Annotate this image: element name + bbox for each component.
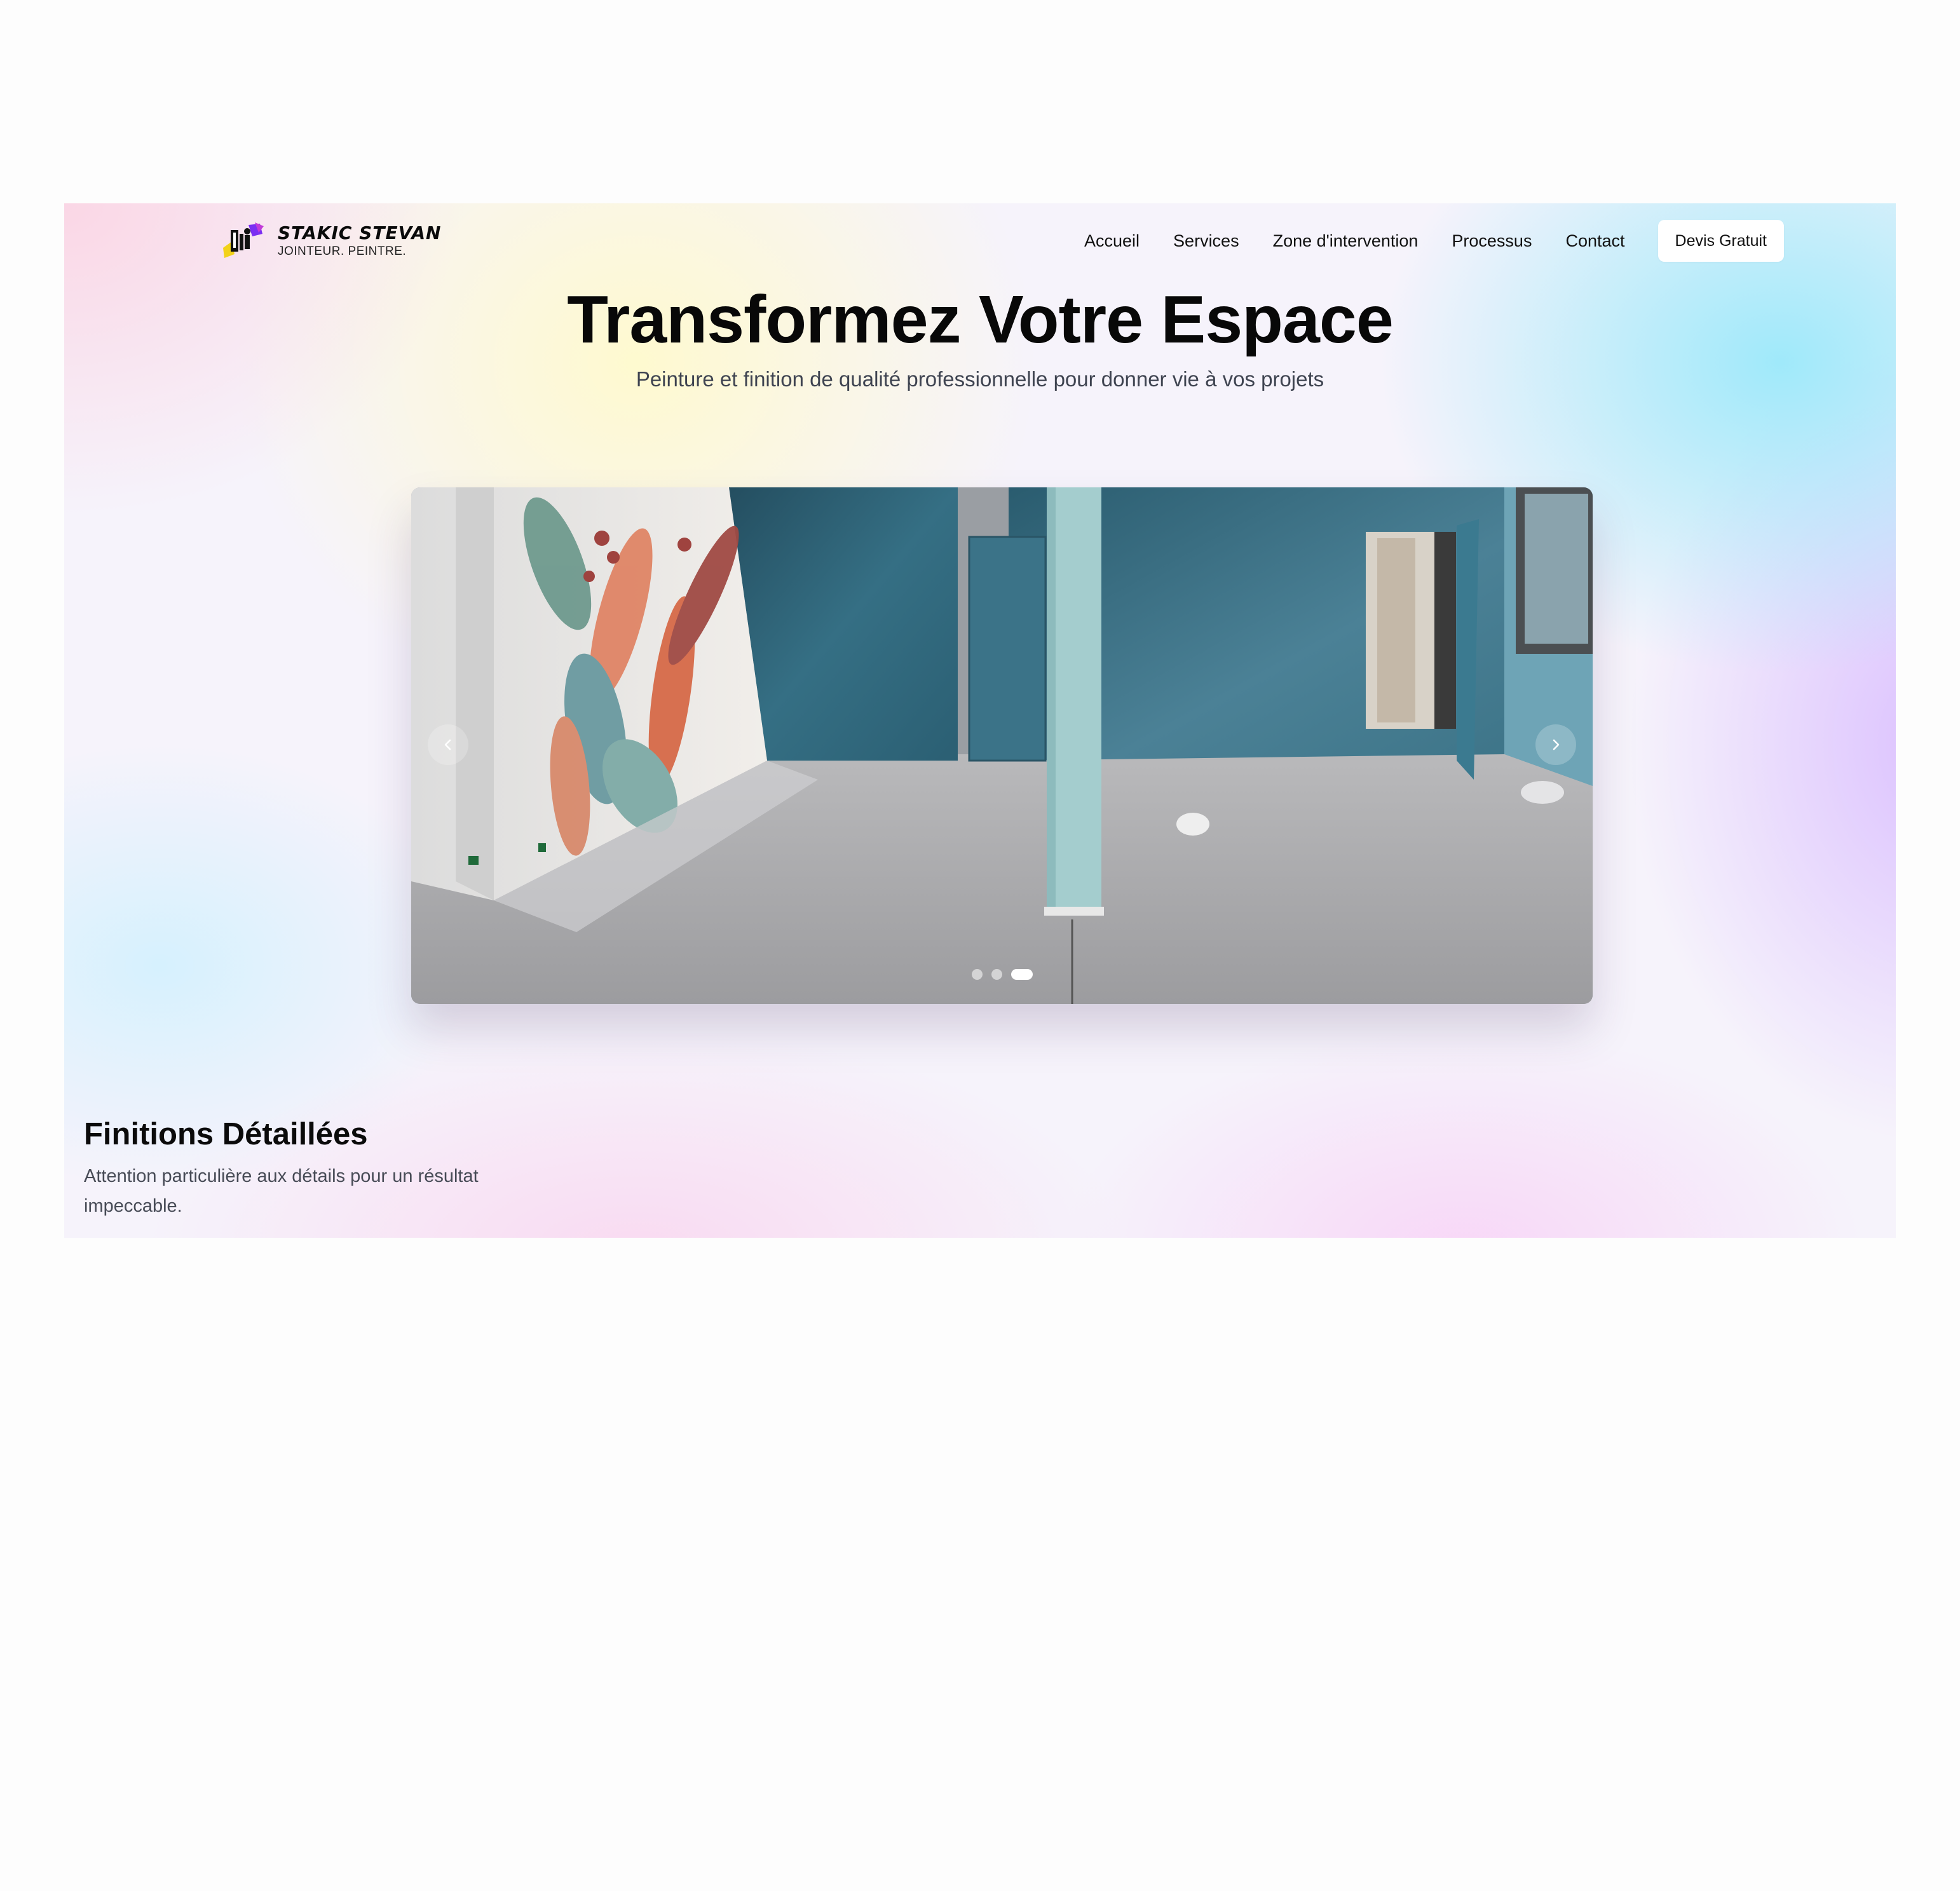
free-quote-button[interactable]: Devis Gratuit: [1657, 220, 1784, 262]
carousel-slide-image: [411, 487, 1593, 1004]
chevron-right-icon: [1553, 739, 1560, 750]
hero-subtitle: Peinture et finition de qualité professi…: [636, 367, 1324, 391]
nav-link-contact[interactable]: Contact: [1565, 220, 1624, 262]
carousel-dot-2[interactable]: [991, 969, 1002, 980]
nav-link-processus[interactable]: Processus: [1452, 220, 1532, 262]
logo-mark-icon: [218, 221, 269, 261]
chevron-left-icon: [444, 739, 451, 750]
carousel-prev-button[interactable]: [428, 724, 468, 765]
nav-link-services[interactable]: Services: [1173, 220, 1239, 262]
brand-tagline: JOINTEUR. PEINTRE.: [278, 245, 407, 258]
nav-link-zone-intervention[interactable]: Zone d'intervention: [1273, 220, 1419, 262]
hero-title: Transformez Votre Espace: [567, 282, 1394, 357]
carousel-indicators: [411, 969, 1593, 980]
nav-link-accueil[interactable]: Accueil: [1084, 220, 1140, 262]
carousel-dot-1[interactable]: [971, 969, 983, 980]
hero-section: STAKIC STEVAN JOINTEUR. PEINTRE. Accueil…: [64, 203, 1896, 1238]
feature-title: Finitions Détaillées: [84, 1117, 368, 1151]
main-nav: Accueil Services Zone d'intervention Pro…: [1084, 220, 1784, 262]
logo[interactable]: STAKIC STEVAN JOINTEUR. PEINTRE.: [218, 221, 441, 261]
feature-caption: Finitions Détaillées Attention particuli…: [84, 1115, 567, 1221]
feature-description: Attention particulière aux détails pour …: [84, 1166, 479, 1216]
carousel-next-button[interactable]: [1535, 724, 1576, 765]
brand-name: STAKIC STEVAN: [278, 222, 442, 243]
image-carousel[interactable]: [411, 487, 1593, 1004]
carousel-dot-3-active[interactable]: [1011, 969, 1033, 980]
